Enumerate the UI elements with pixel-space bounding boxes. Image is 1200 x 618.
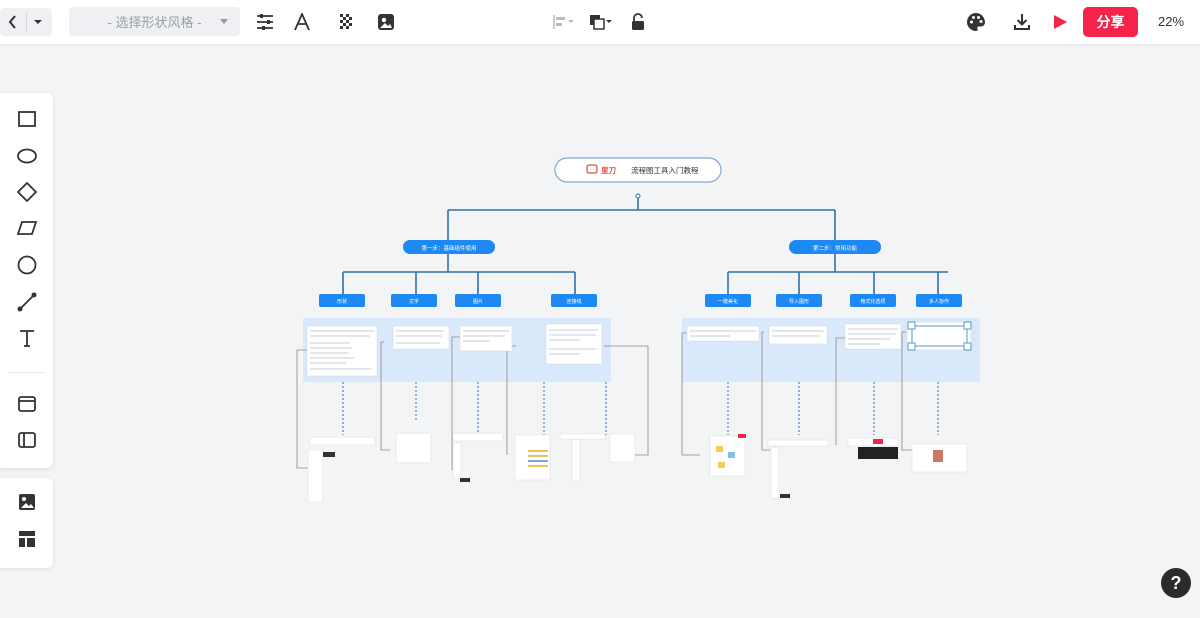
flowchart-canvas[interactable]: 里刀 流程图工具入门教程 第一步：基础组件使用 第二步：常用功能 形状 文字 图… [290,150,990,510]
child-label: 形状 [337,298,347,305]
chevron-down-icon[interactable] [33,18,43,26]
branch-label: 第一步：基础组件使用 [421,244,476,252]
back-icon[interactable] [6,13,20,31]
ellipse-tool-icon[interactable] [14,143,40,169]
shape-toolbar [0,93,53,468]
branch-label: 第二步：常用功能 [813,244,858,252]
text-tool-icon[interactable] [14,325,40,351]
root-title: 流程图工具入门教程 [631,165,699,175]
zoom-level[interactable]: 22% [1158,14,1184,29]
dashed-connectors [342,382,939,435]
help-button[interactable]: ? [1161,568,1191,598]
diamond-tool-icon[interactable] [14,179,40,205]
insert-toolbar [0,478,53,568]
child-label: 图片 [473,298,483,305]
top-toolbar: - 选择形状风格 - 分享 22% [0,0,1200,44]
shape-style-select[interactable]: - 选择形状风格 - [69,7,240,36]
child-label: 文字 [409,298,419,305]
divider [8,372,45,373]
child-label: 一键美化 [718,298,738,305]
shape-style-placeholder: - 选择形状风格 - [107,15,202,30]
child-label: 导入图形 [789,298,809,305]
swimlane-tool-icon[interactable] [14,427,40,453]
text-style-icon[interactable] [291,11,313,33]
rectangle-tool-icon[interactable] [14,106,40,132]
divider [26,12,27,32]
download-icon[interactable] [1011,11,1033,33]
align-icon[interactable] [552,13,574,31]
child-label: 多人协作 [929,298,949,305]
child-label: 连接线 [566,298,581,305]
image-style-icon[interactable] [375,11,397,33]
template-layout-icon[interactable] [14,526,40,552]
theme-palette-icon[interactable] [965,11,987,33]
image-tool-icon[interactable] [14,489,40,515]
arrange-layers-icon[interactable] [589,12,613,32]
back-button-group[interactable] [0,8,52,36]
share-button[interactable]: 分享 [1083,7,1138,37]
settings-sliders-icon[interactable] [254,11,276,33]
child-label: 格式化选项 [860,298,885,305]
example-thumbnails [307,432,968,503]
parallelogram-tool-icon[interactable] [14,215,40,241]
circle-tool-icon[interactable] [14,252,40,278]
root-logo-text: 里刀 [601,166,616,175]
lock-icon[interactable] [629,12,647,32]
opacity-icon[interactable] [335,11,357,33]
play-presentation-icon[interactable] [1049,11,1071,33]
chevron-down-icon [220,19,228,24]
connector-line-tool-icon[interactable] [14,289,40,315]
container-tool-icon[interactable] [14,391,40,417]
